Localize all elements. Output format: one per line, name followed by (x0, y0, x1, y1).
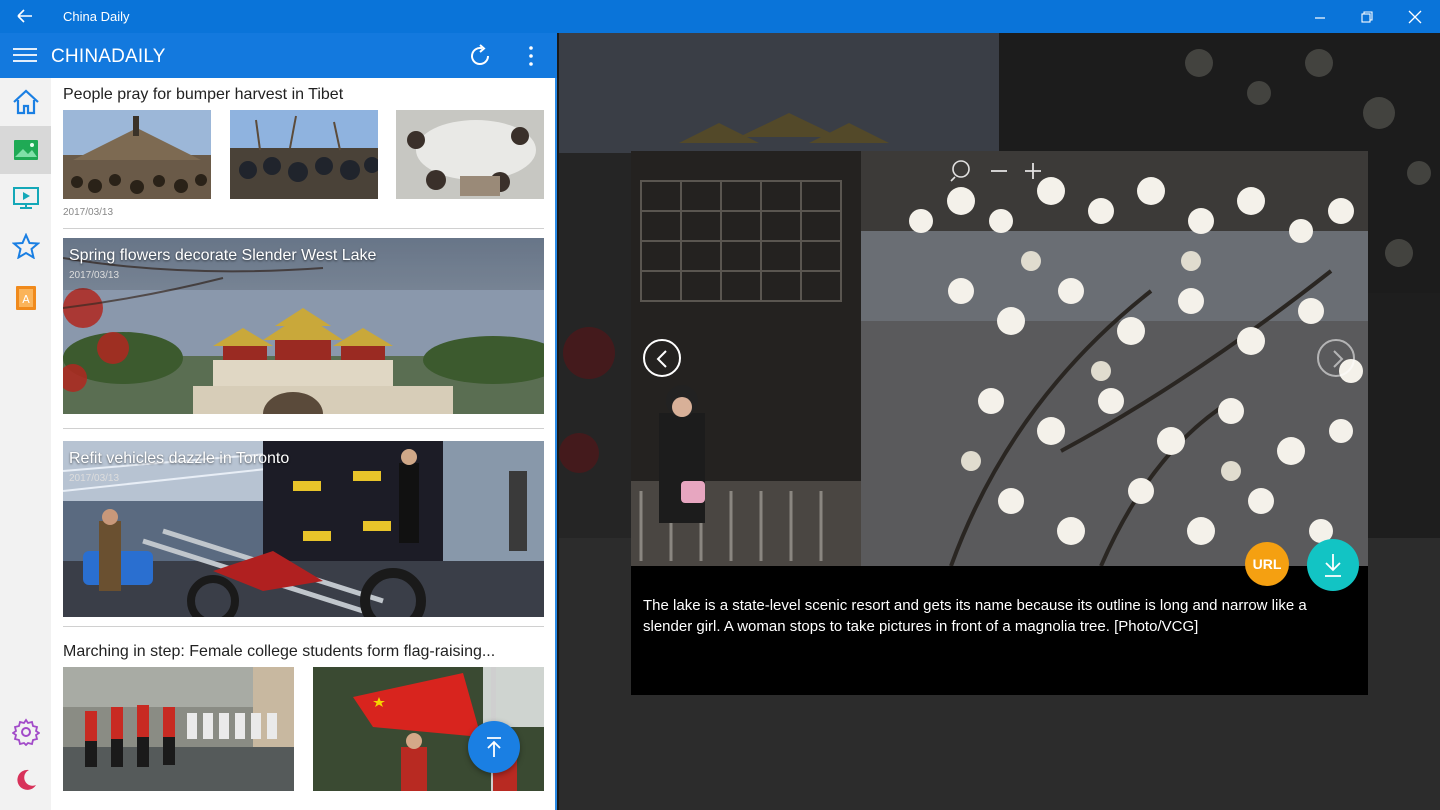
nav-rail: A (0, 78, 51, 810)
photo-icon (14, 140, 38, 160)
app-brand: CHINADAILY (51, 46, 166, 67)
home-icon (13, 89, 39, 115)
star-icon (12, 233, 40, 259)
menu-button[interactable] (12, 45, 38, 65)
divider (63, 626, 544, 627)
article-date: 2017/03/13 (63, 207, 114, 218)
night-mode-icon (17, 769, 36, 790)
back-button[interactable] (10, 4, 40, 28)
article-title[interactable]: Spring flowers decorate Slender West Lak… (69, 247, 376, 265)
article-thumbnail[interactable] (63, 110, 211, 199)
article-title[interactable]: People pray for bumper harvest in Tibet (63, 86, 343, 104)
more-vertical-icon (529, 46, 533, 66)
article-thumbnail[interactable] (230, 110, 378, 199)
divider (63, 428, 544, 429)
more-options-button[interactable] (520, 44, 542, 68)
title-bar: China Daily (0, 0, 1440, 33)
window-title: China Daily (63, 9, 130, 24)
image-viewer: The lake is a state-level scenic resort … (559, 33, 1440, 810)
arrow-up-to-top-icon (487, 737, 501, 757)
next-image-button[interactable] (1317, 339, 1355, 377)
video-icon (13, 187, 39, 209)
url-button[interactable]: URL (1245, 542, 1289, 586)
article-title[interactable]: Marching in step: Female college student… (63, 643, 495, 661)
nav-settings[interactable] (0, 707, 51, 755)
article-date: 2017/03/13 (69, 473, 120, 484)
nav-video[interactable] (0, 174, 51, 222)
chevron-left-icon (656, 350, 667, 368)
app-bar: CHINADAILY (0, 33, 557, 78)
close-button[interactable] (1392, 0, 1438, 33)
photo-caption: The lake is a state-level scenic resort … (643, 597, 1307, 635)
nav-photos[interactable] (0, 126, 51, 174)
zoom-reset-icon[interactable] (947, 155, 1047, 185)
nav-favorites[interactable] (0, 222, 51, 270)
nav-reader[interactable]: A (0, 274, 51, 322)
chevron-right-icon (1333, 350, 1344, 368)
article-thumbnail[interactable] (63, 667, 294, 791)
nav-home[interactable] (0, 78, 51, 126)
article-title[interactable]: Refit vehicles dazzle in Toronto (69, 450, 289, 468)
main-photo (631, 151, 1368, 566)
nav-night-mode[interactable] (0, 755, 51, 803)
download-button[interactable] (1307, 539, 1359, 591)
article-thumbnail[interactable] (396, 110, 544, 199)
restore-icon (1361, 11, 1373, 23)
divider (63, 228, 544, 229)
minimize-icon (1315, 17, 1325, 19)
arrow-left-icon (17, 9, 32, 23)
download-icon (1325, 554, 1341, 577)
scroll-to-top-button[interactable] (468, 721, 520, 773)
caption-panel: The lake is a state-level scenic resort … (631, 566, 1368, 695)
restore-button[interactable] (1344, 0, 1390, 33)
article-date: 2017/03/13 (69, 270, 120, 281)
close-icon (1408, 10, 1422, 24)
article-list: People pray for bumper harvest in Tibet … (51, 78, 557, 810)
previous-image-button[interactable] (643, 339, 681, 377)
refresh-button[interactable] (468, 44, 492, 68)
hamburger-icon (13, 48, 37, 62)
article-card-image[interactable]: Spring flowers decorate Slender West Lak… (63, 238, 544, 414)
zoom-controls (947, 155, 1047, 185)
settings-icon (12, 718, 40, 746)
reader-icon: A (16, 286, 36, 310)
refresh-icon (471, 44, 490, 65)
article-card-image[interactable]: Refit vehicles dazzle in Toronto 2017/03… (63, 441, 544, 617)
svg-text:A: A (22, 293, 30, 306)
minimize-button[interactable] (1297, 0, 1343, 33)
